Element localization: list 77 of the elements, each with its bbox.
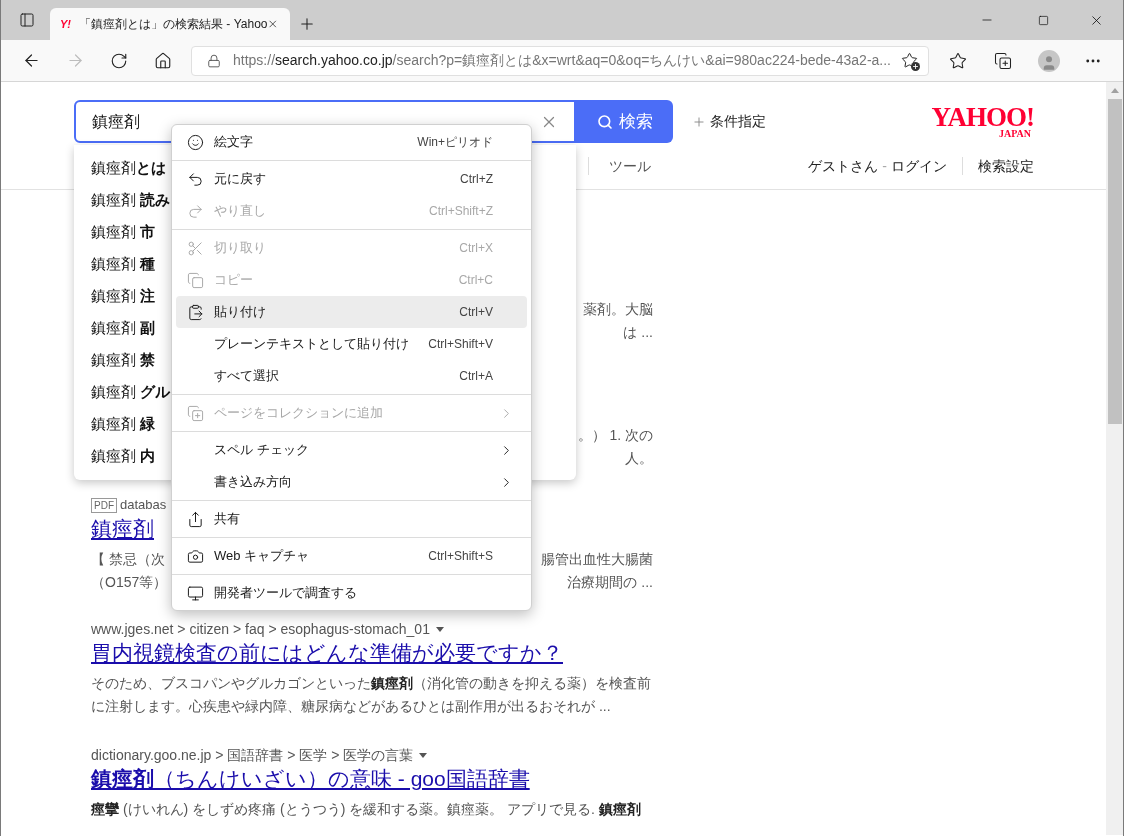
new-tab-icon[interactable] xyxy=(298,15,316,33)
collection-add-icon xyxy=(186,404,204,422)
share-icon xyxy=(186,510,204,528)
search-icon xyxy=(596,113,613,130)
result-url: www.jges.net > citizen > faq > esophagus-stomach_01 xyxy=(91,619,430,639)
snippet-text: （O157等） xyxy=(91,573,168,592)
camera-icon xyxy=(186,547,204,565)
menu-item[interactable]: スペル チェック xyxy=(176,434,527,466)
snippet-text: 。） 1. 次の xyxy=(577,426,653,445)
favorites-icon[interactable] xyxy=(949,51,967,70)
smile-icon xyxy=(186,133,204,151)
file-type-label: PDF xyxy=(91,497,117,513)
menu-item[interactable]: 共有 xyxy=(176,503,527,535)
snippet-text: 治療期間の ... xyxy=(567,573,653,592)
snippet-text: そのため、ブスコパンやグルカゴンといった鎮痙剤（消化管の動きを抑える薬）を検査前 に注射します。心疾患や緑内障、糖尿病などがあるひとは副作用が出るおそれが ... xyxy=(91,674,652,716)
close-icon[interactable] xyxy=(267,17,279,31)
copy-icon xyxy=(186,271,204,289)
monitor-icon xyxy=(186,584,204,602)
suggestion-item[interactable]: 鎮痙剤 緑 xyxy=(91,412,156,436)
clipboard-icon xyxy=(186,303,204,321)
login-link[interactable]: ログイン xyxy=(891,155,947,177)
menu-item[interactable]: 元に戻す Ctrl+Z xyxy=(176,163,527,195)
tools-tab[interactable]: ツール xyxy=(609,155,651,177)
suggestion-item[interactable]: 鎮痙剤 読み xyxy=(91,188,171,212)
suggestion-item[interactable]: 鎮痙剤 グル xyxy=(91,380,171,404)
home-icon[interactable] xyxy=(154,51,172,70)
result-url: databas xyxy=(120,496,167,515)
suggestion-item[interactable]: 鎮痙剤 副 xyxy=(91,316,156,340)
tab-title: 「鎮痙剤とは」の検索結果 - Yahoo xyxy=(79,16,268,33)
plus-icon xyxy=(692,114,706,129)
menu-item[interactable]: 書き込み方向 xyxy=(176,466,527,498)
search-button[interactable]: 検索 xyxy=(576,100,673,143)
collections-icon[interactable] xyxy=(994,51,1012,70)
result-title-link[interactable]: 鎮痙剤（ちんけいざい）の意味 - goo国語辞書 xyxy=(91,766,530,792)
menu-item[interactable]: すべて選択 Ctrl+A xyxy=(176,360,527,392)
scrollbar[interactable] xyxy=(1106,82,1123,835)
guest-label: ゲストさん xyxy=(808,156,879,176)
logo[interactable]: YAHOO! JAPAN xyxy=(931,104,1034,139)
suggestion-item[interactable]: 鎮痙剤 禁 xyxy=(91,348,156,372)
snippet-text: 【 禁忌（次 xyxy=(91,550,165,569)
suggestion-item[interactable]: 鎮痙剤 注 xyxy=(91,284,156,308)
suggestion-item[interactable]: 鎮痙剤とは xyxy=(91,156,166,180)
suggestion-item[interactable]: 鎮痙剤 市 xyxy=(91,220,156,244)
lock-icon xyxy=(207,53,221,68)
tab-actions-icon[interactable] xyxy=(19,12,35,28)
caret-icon[interactable] xyxy=(419,752,428,758)
menu-item[interactable]: 貼り付け Ctrl+V xyxy=(176,296,527,328)
suggestion-item[interactable]: 鎮痙剤 種 xyxy=(91,252,156,276)
scissors-icon xyxy=(186,239,204,257)
result-title-link[interactable]: 鎮痙剤 xyxy=(91,516,154,542)
search-settings-link[interactable]: 検索設定 xyxy=(978,155,1034,177)
back-icon[interactable] xyxy=(22,51,41,70)
scrollbar-thumb[interactable] xyxy=(1107,99,1122,424)
add-favorite-icon[interactable] xyxy=(901,52,918,69)
maximize-icon[interactable] xyxy=(1038,14,1049,26)
caret-icon[interactable] xyxy=(435,626,444,632)
snippet-text: 痙攣 (けいれん) をしずめ疼痛 (とうつう) を緩和する薬。鎮痙薬。 アプリで見る. 鎮痙剤 xyxy=(91,800,642,819)
suggestion-item[interactable]: 鎮痙剤 内 xyxy=(91,444,156,468)
advanced-search-link[interactable]: 条件指定 xyxy=(692,111,766,132)
refresh-icon[interactable] xyxy=(110,51,128,70)
menu-item[interactable]: プレーンテキストとして貼り付け Ctrl+Shift+V xyxy=(176,328,527,360)
undo-icon xyxy=(186,170,204,188)
profile-avatar[interactable] xyxy=(1038,49,1060,72)
result-title-link[interactable]: 胃内視鏡検査の前にはどんな準備が必要ですか？ xyxy=(91,640,563,666)
redo-icon xyxy=(186,202,204,220)
snippet-text: 人。 xyxy=(625,449,653,468)
separator-text: - xyxy=(882,156,887,176)
menu-item[interactable]: 開発者ツールで調査する xyxy=(176,577,527,609)
browser-tab[interactable]: Y! 「鎮痙剤とは」の検索結果 - Yahoo xyxy=(50,8,290,40)
snippet-text: 薬剤。大脳 xyxy=(583,300,653,319)
result-url: dictionary.goo.ne.jp > 国語辞書 > 医学 > 医学の言葉 xyxy=(91,745,414,765)
url-text: https://search.yahoo.co.jp/search?p=鎮痙剤とは&x=wrt&aq=0&oq=ちんけい&ai=980ac224-bede-43a2-a... xyxy=(233,51,891,70)
favicon: Y! xyxy=(60,16,71,32)
address-bar[interactable]: https://search.yahoo.co.jp/search?p=鎮痙剤とは&x=wrt&aq=0&oq=ちんけい&ai=980ac224-bede-43a2-a... xyxy=(191,45,929,76)
snippet-text: は ... xyxy=(623,323,653,342)
snippet-text: 腸管出血性大腸菌 xyxy=(541,550,653,569)
menu-item[interactable]: Web キャプチャ Ctrl+Shift+S xyxy=(176,540,527,572)
